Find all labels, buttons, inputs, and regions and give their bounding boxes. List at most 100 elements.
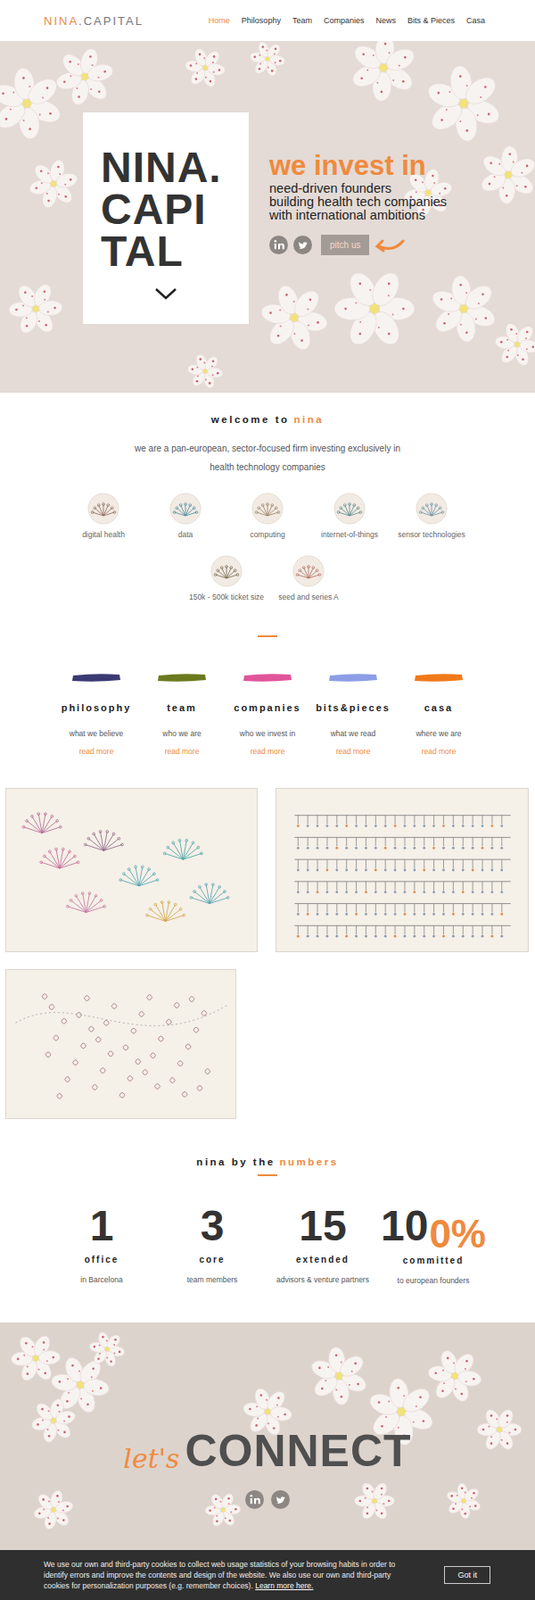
- logo[interactable]: NINA.CAPITAL: [43, 14, 144, 28]
- sketch-icon: [251, 492, 284, 525]
- nav-item[interactable]: Team: [292, 16, 313, 25]
- welcome-section: welcome toninawe are a pan-european, sec…: [0, 392, 535, 776]
- number-sub: in Barcelona: [80, 1274, 123, 1284]
- sketch-icon: [333, 492, 366, 525]
- linkedin-icon[interactable]: [245, 1489, 264, 1508]
- sketch-icon: [87, 492, 120, 525]
- hero-line: with international ambitions: [269, 208, 447, 223]
- number-item: 1officein Barcelona: [46, 1201, 157, 1284]
- number-digits: 1: [90, 1201, 115, 1249]
- cookie-banner: We use our own and third-party cookies t…: [0, 1548, 535, 1599]
- number-digits: 3: [200, 1201, 225, 1249]
- brush-stroke-icon: [71, 672, 122, 683]
- nav-item[interactable]: News: [375, 16, 396, 25]
- feature-label: seed and series A: [278, 592, 339, 601]
- logo-part[interactable]: NINA: [43, 14, 79, 28]
- section-title[interactable]: companies: [233, 701, 301, 713]
- number-digits: 10: [380, 1201, 428, 1249]
- top-nav: NINA.CAPITAL Home Philosophy Team Companies N…: [0, 0, 535, 42]
- learn-more-link[interactable]: Learn more here.: [255, 1580, 313, 1589]
- got-it-button[interactable]: Got it: [444, 1564, 491, 1583]
- number-sub: to european founders: [397, 1275, 470, 1284]
- feature-label: internet-of-things: [321, 529, 379, 539]
- section-link[interactable]: companies who we invest in read more: [224, 672, 311, 756]
- arrow-icon: [374, 237, 405, 254]
- feature-label: computing: [249, 529, 285, 539]
- nav-item[interactable]: Home: [208, 16, 231, 25]
- number-suffix: 0%: [428, 1210, 486, 1255]
- artwork-image: [5, 968, 237, 1119]
- section-sub: who we invest in: [239, 728, 296, 738]
- section-title[interactable]: team: [166, 701, 198, 713]
- nav-item[interactable]: Philosophy: [241, 16, 281, 25]
- logo-part[interactable]: .CAPITAL: [78, 14, 144, 28]
- pitch-button[interactable]: pitch us: [321, 234, 370, 256]
- artwork-gallery: [0, 775, 535, 1133]
- hero-line: need-driven founders: [269, 181, 447, 196]
- hero-heading: we invest in: [269, 149, 447, 182]
- brush-stroke-icon: [242, 672, 293, 683]
- section-sub: what we read: [330, 728, 377, 738]
- section-title[interactable]: bits&pieces: [315, 701, 391, 713]
- brush-stroke-icon: [413, 672, 464, 683]
- numbers-title: nina by thenumbers: [0, 1153, 535, 1169]
- feature-item: digital health: [62, 492, 145, 539]
- number-label: core: [198, 1253, 225, 1264]
- linkedin-icon[interactable]: [269, 235, 289, 255]
- section-link[interactable]: bits&pieces what we read read more: [310, 672, 396, 756]
- section-title[interactable]: philosophy: [61, 701, 132, 713]
- number-item: 3 core team members: [156, 1201, 268, 1284]
- number-digits: 15: [298, 1201, 346, 1249]
- section-sub: what we believe: [69, 728, 124, 738]
- section-link[interactable]: casa where we are read more: [395, 672, 482, 756]
- read-more-link[interactable]: read more: [250, 746, 286, 756]
- hero-title-line: TAL: [100, 230, 249, 272]
- feature-list: digital healthdatacomputinginternet-of-t…: [62, 492, 473, 601]
- section-link[interactable]: philosophy what we believe read more: [53, 672, 140, 756]
- read-more-link[interactable]: read more: [164, 746, 200, 756]
- welcome-title-part: welcome to: [211, 413, 290, 425]
- feature-label: 150k - 500k ticket size: [189, 592, 264, 601]
- welcome-title: welcome tonina: [0, 411, 535, 427]
- section-link[interactable]: team who we are read more: [139, 672, 225, 756]
- hero-title-line: CAPI: [100, 188, 249, 231]
- chevron-down-icon[interactable]: [154, 286, 178, 301]
- section-sub: who we are: [162, 728, 201, 738]
- connect-content: let'sCONNECT: [0, 1321, 535, 1508]
- section-title[interactable]: casa: [424, 701, 453, 713]
- artwork-image: [275, 787, 529, 952]
- feature-label: digital health: [82, 529, 125, 539]
- divider: [257, 634, 278, 637]
- section-links: philosophy what we believe read more team wh…: [53, 672, 482, 756]
- number-value: 15: [298, 1201, 346, 1249]
- twitter-icon[interactable]: [293, 235, 313, 255]
- brush-stroke-icon: [156, 672, 207, 683]
- twitter-icon[interactable]: [271, 1489, 290, 1508]
- connect-title: let'sCONNECT: [123, 1426, 412, 1474]
- number-sub: team members: [187, 1274, 239, 1284]
- number-item: 100%committed to european founders: [378, 1201, 489, 1284]
- section-sub: where we are: [415, 728, 461, 738]
- nav-item[interactable]: Bits & Pieces: [407, 16, 455, 25]
- number-label: extended: [296, 1253, 350, 1264]
- hero-title-line: NINA.: [100, 146, 249, 189]
- feature-item: 150k - 500k ticket size: [185, 554, 268, 601]
- read-more-link[interactable]: read more: [336, 746, 371, 756]
- flower-sketch: [6, 788, 257, 951]
- read-more-link[interactable]: read more: [421, 746, 457, 756]
- brush-stroke-icon: [328, 672, 379, 683]
- feature-item: sensor technologies: [390, 492, 473, 539]
- seed-sketch: [6, 969, 236, 1118]
- divider: [257, 1173, 278, 1176]
- number-label: committed: [403, 1254, 465, 1265]
- nav-item[interactable]: Casa: [466, 16, 486, 25]
- feature-label: sensor technologies: [397, 529, 466, 539]
- number-item: 15extendedadvisors & venture partners: [267, 1201, 379, 1284]
- hero-line: building health tech companies: [269, 195, 447, 209]
- pitch-panel: we invest inneed-driven foundersbuilding…: [269, 112, 447, 256]
- read-more-link[interactable]: read more: [79, 746, 115, 756]
- sketch-icon: [169, 492, 202, 525]
- nav-item[interactable]: Companies: [323, 16, 365, 25]
- number-value: 3: [200, 1201, 225, 1249]
- connect-heading: CONNECT: [184, 1426, 412, 1474]
